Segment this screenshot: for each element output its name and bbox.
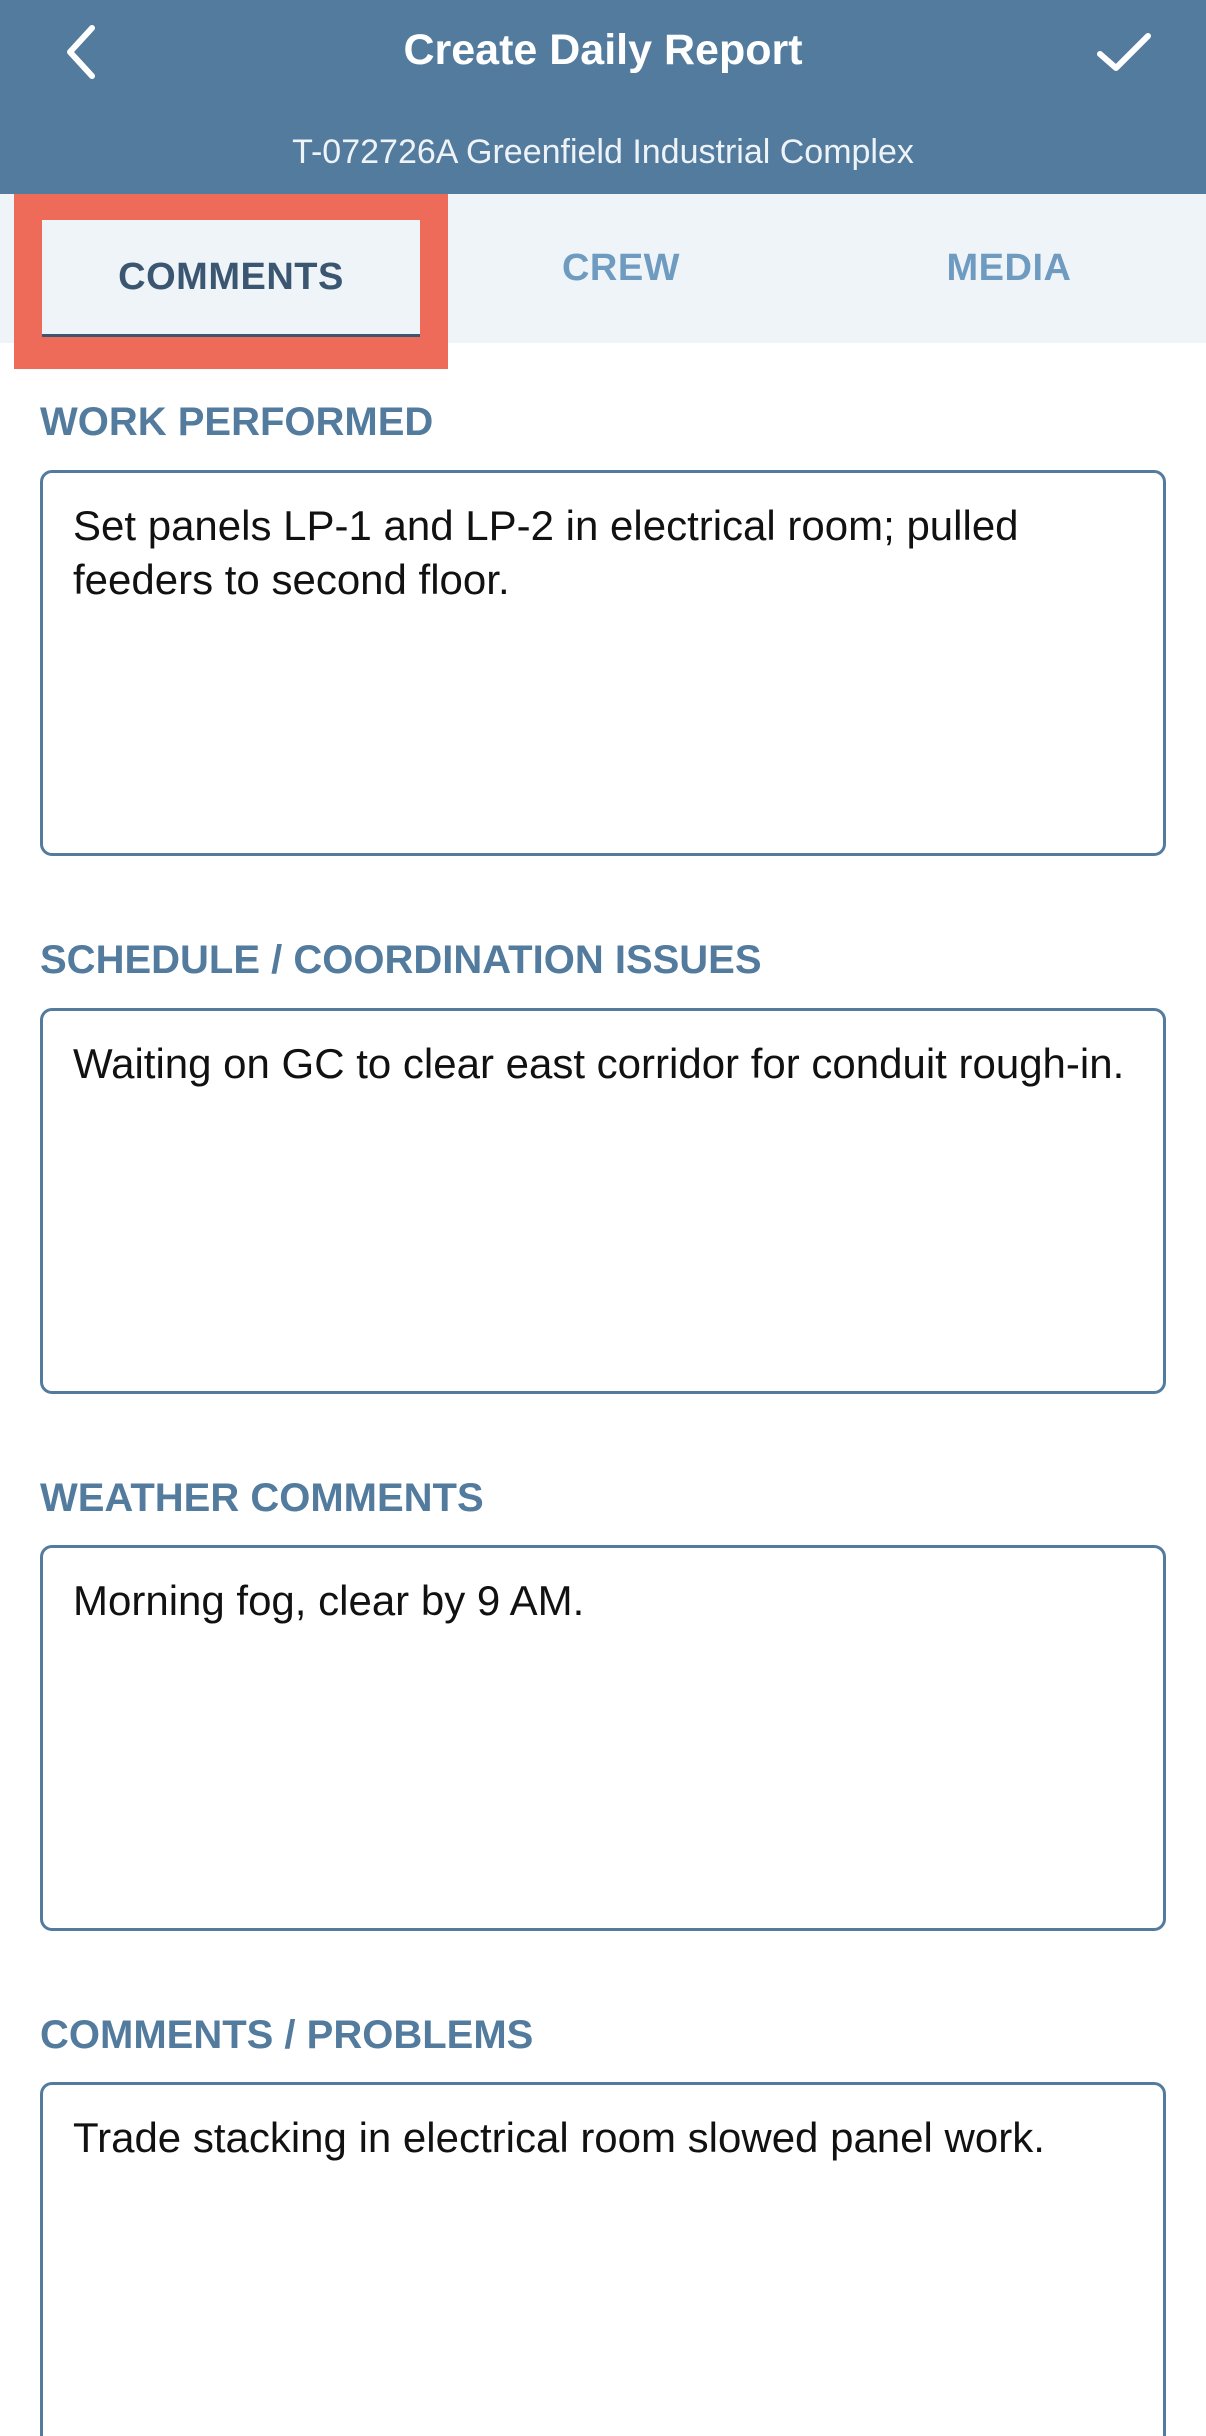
- work-performed-field[interactable]: Set panels LP-1 and LP-2 in electrical r…: [40, 470, 1166, 856]
- project-subtitle: T-072726A Greenfield Industrial Complex: [292, 133, 914, 171]
- checkmark-icon: [1097, 33, 1151, 71]
- tab-media[interactable]: MEDIA: [812, 194, 1206, 343]
- tab-comments[interactable]: COMMENTS: [42, 220, 420, 337]
- save-button[interactable]: [1086, 14, 1162, 90]
- weather-comments-label: WEATHER COMMENTS: [40, 1476, 484, 1520]
- comments-problems-field[interactable]: Trade stacking in electrical room slowed…: [40, 2082, 1166, 2436]
- app-header: Create Daily Report T-072726A Greenfield…: [0, 0, 1206, 194]
- weather-comments-field[interactable]: Morning fog, clear by 9 AM.: [40, 1545, 1166, 1931]
- tab-crew[interactable]: CREW: [414, 194, 828, 343]
- schedule-issues-field[interactable]: Waiting on GC to clear east corridor for…: [40, 1008, 1166, 1394]
- schedule-issues-label: SCHEDULE / COORDINATION ISSUES: [40, 938, 762, 982]
- work-performed-label: WORK PERFORMED: [40, 400, 434, 444]
- comments-problems-label: COMMENTS / PROBLEMS: [40, 2013, 534, 2057]
- page-title: Create Daily Report: [403, 26, 803, 74]
